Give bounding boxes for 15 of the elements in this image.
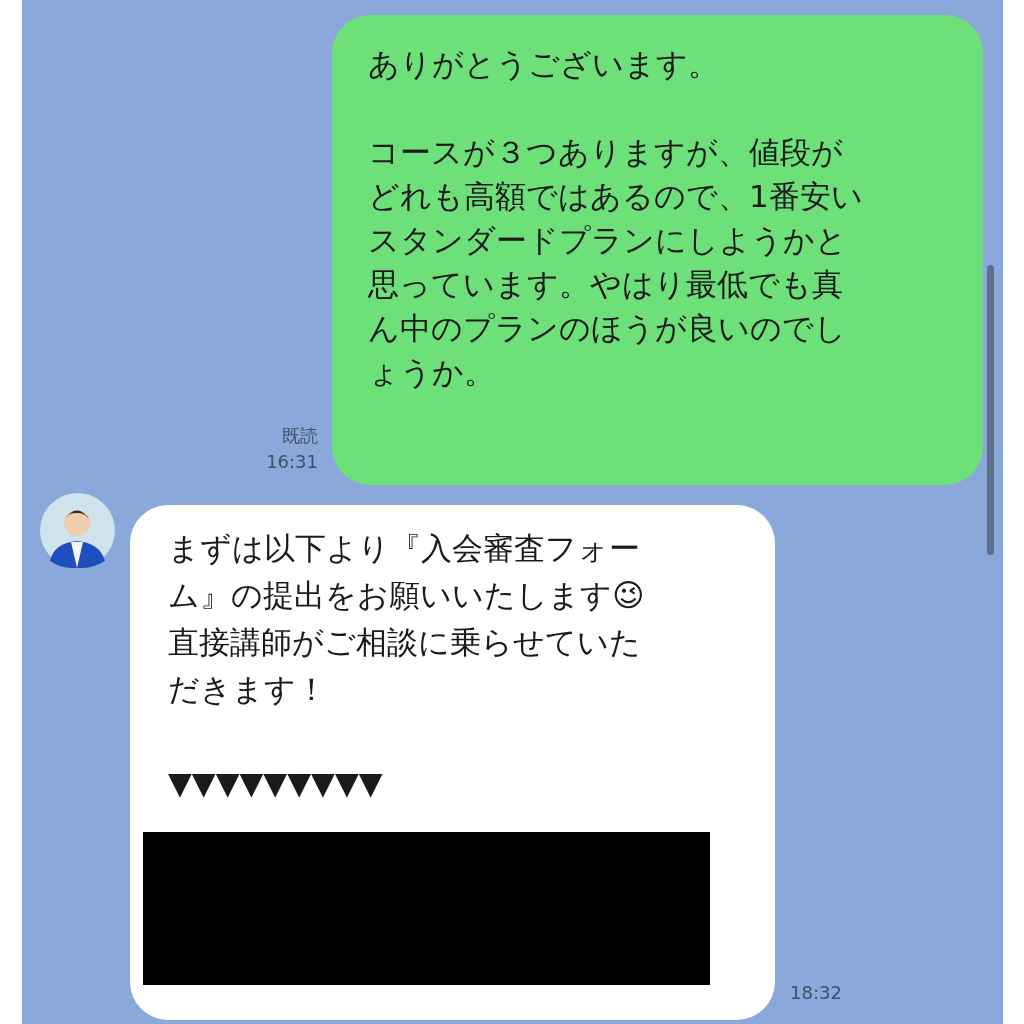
message-text: まずは以下より『入会審査フォー — [168, 530, 640, 566]
message-text: スタンダードプランにしようかと — [368, 222, 847, 258]
message-text: コースが３つありますが、値段が — [368, 134, 843, 170]
message-text: ▼▼▼▼▼▼▼▼▼ — [168, 765, 383, 801]
read-receipt: 既読 — [282, 424, 318, 448]
message-text: ょうか。 — [368, 354, 495, 390]
message-text: ム』の提出をお願いいたします😉 — [168, 577, 645, 613]
message-time: 16:31 — [266, 450, 318, 474]
message-time: 18:32 — [790, 981, 842, 1005]
message-text: どれも高額ではあるので、1番安い — [368, 178, 863, 214]
message-text: ありがとうございます。 — [368, 46, 719, 82]
message-text: ん中のプランのほうが良いのでし — [368, 310, 846, 346]
message-text: 思っています。やはり最低でも真 — [368, 266, 843, 302]
message-text: だきます！ — [168, 671, 327, 707]
message-text: 直接講師がご相談に乗らせていた — [168, 624, 641, 660]
